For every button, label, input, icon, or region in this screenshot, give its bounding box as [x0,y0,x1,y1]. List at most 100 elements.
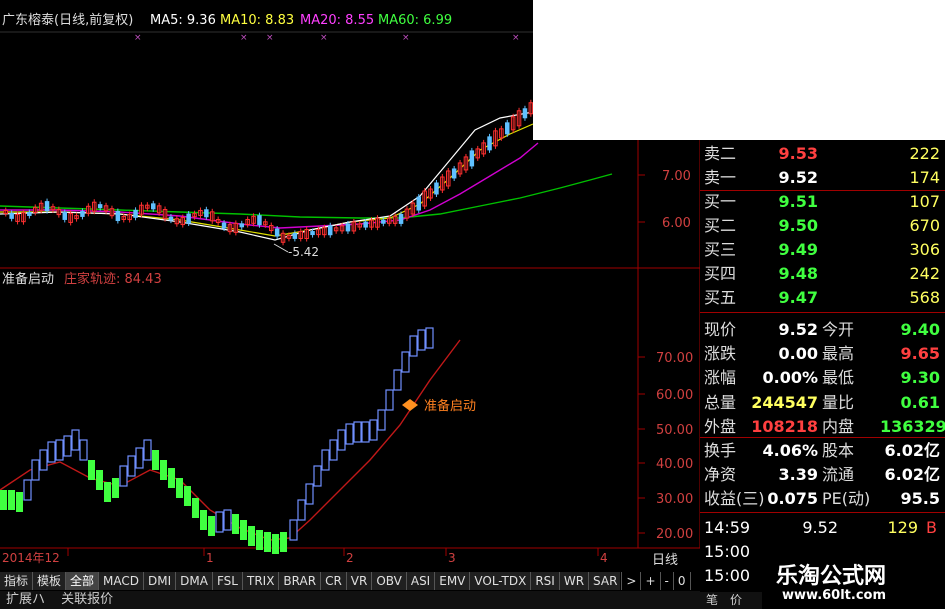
quote-value: 108218 [751,416,818,436]
order-book-row[interactable]: 买一 9.51 107 [700,190,945,214]
indicator-tick: 50.00 [656,423,693,438]
tab-wr[interactable]: WR [560,572,590,590]
tab-brar[interactable]: BRAR [279,572,322,590]
tab-dma[interactable]: DMA [176,572,213,590]
tab-dmi[interactable]: DMI [144,572,177,590]
indicator-bar [337,429,346,451]
indicator-bar [160,460,167,480]
svg-text:×: × [402,33,410,43]
tick-volume: 129 [887,518,918,537]
price-axis: 7.00 6.00 [638,169,691,231]
date-tick: 4 [600,551,608,565]
order-book-row[interactable]: 卖二 9.53 222 [700,142,945,166]
order-book-row[interactable]: 买三 9.49 306 [700,238,945,262]
indicator-bar [305,483,314,505]
ma10-value: MA10: 8.83 [220,13,294,28]
tab-vol-tdx[interactable]: VOL-TDX [470,572,532,590]
tab-rsi[interactable]: RSI [531,572,560,590]
tab-sar[interactable]: SAR [589,572,623,590]
tab-trix[interactable]: TRIX [243,572,280,590]
quote-label: 量比 [822,392,855,412]
tick-flag: B [926,518,937,537]
indicator-bar [272,534,279,554]
tab-trades[interactable]: 笔 [700,593,724,607]
bottom-tabs: 扩展ハ 关联报价 [0,591,700,609]
quote-label: 最低 [822,368,855,388]
order-book-row[interactable]: 买四 9.48 242 [700,262,945,286]
indicator-bar [393,369,402,391]
indicator-bar [369,419,378,441]
order-price: 9.53 [778,144,818,163]
order-book-row[interactable]: 买二 9.50 670 [700,214,945,238]
tab--[interactable]: - [661,572,674,590]
quote-row: 涨跌 0.00 最高 9.65 [700,342,945,366]
order-level-label: 买二 [704,216,737,235]
indicator-tick: 60.00 [656,388,693,403]
tab-price[interactable]: 价 [724,593,748,607]
indicator-bar [71,429,80,451]
quote-value: 9.52 [778,320,818,339]
tab-cr[interactable]: CR [321,572,347,590]
tab-related-quote[interactable]: 关联报价 [55,592,119,607]
quote-label: PE(动) [822,489,871,509]
quote-label: 股本 [822,441,855,460]
indicator-bar [289,519,298,541]
indicator-bar [31,459,40,481]
order-price: 9.52 [778,168,818,187]
quote-value: 0.00 [778,344,818,364]
indicator-bar [104,482,111,502]
order-volume: 222 [909,144,940,163]
order-price: 9.47 [778,288,818,307]
stock-title: 广东榕泰(日线,前复权) [2,12,133,28]
tab--[interactable]: + [641,572,661,590]
indicator-bar [79,439,88,461]
tab-extended[interactable]: 扩展ハ [0,592,51,607]
indicator-bar [192,498,199,518]
quote-row: 总量 244547 量比 0.61 [700,391,945,415]
order-price: 9.48 [778,264,818,283]
tab--[interactable]: > [622,572,642,590]
quote-value: 4.06% [762,441,818,460]
svg-text:×: × [512,33,520,43]
tab-macd[interactable]: MACD [99,572,145,590]
quote-value: 9.65 [900,344,940,364]
indicator-bar [55,439,64,461]
quote-label: 现价 [704,320,737,339]
tab--[interactable]: 指标 [0,572,34,590]
quote-label: 净资 [704,465,737,485]
tab-obv[interactable]: OBV [372,572,407,590]
order-book-row[interactable]: 卖一 9.52 174 [700,166,945,190]
indicator-bar [0,490,7,510]
quote-row: 收益(三) 0.075 PE(动) 95.5 [700,487,945,511]
quote-value: 9.30 [900,368,940,388]
indicator-bar [23,479,32,501]
indicator-bar [409,335,418,357]
indicator-tick: 70.00 [656,351,693,366]
quote-value: 136329 [880,416,945,436]
date-tick: 2 [346,551,354,565]
indicator-bar [119,465,128,487]
period-label: 日线 [652,553,678,568]
order-book-row[interactable]: 买五 9.47 568 [700,286,945,310]
ma10-line [0,123,534,237]
indicator-bar [96,470,103,490]
tab-emv[interactable]: EMV [435,572,471,590]
indicator-bar [215,511,224,533]
low-price-label: -5.42 [288,245,319,259]
tab-0[interactable]: 0 [674,572,691,590]
order-volume: 670 [909,216,940,235]
order-level-label: 卖二 [704,144,737,163]
indicator-tick: 30.00 [656,492,693,507]
tab-fsl[interactable]: FSL [213,572,243,590]
quote-row: 净资 3.39 流通 6.02亿 [700,463,945,487]
tab--[interactable]: 全部 [66,572,100,590]
tab--[interactable]: 模板 [33,572,67,590]
indicator-bar [223,509,232,531]
indicator-bar [353,421,362,443]
tab-vr[interactable]: VR [347,572,373,590]
tab-asi[interactable]: ASI [407,572,436,590]
order-price: 9.49 [778,240,818,259]
svg-text:×: × [240,33,248,43]
indicator-bar [425,327,434,349]
ma20-value: MA20: 8.55 [300,13,374,28]
